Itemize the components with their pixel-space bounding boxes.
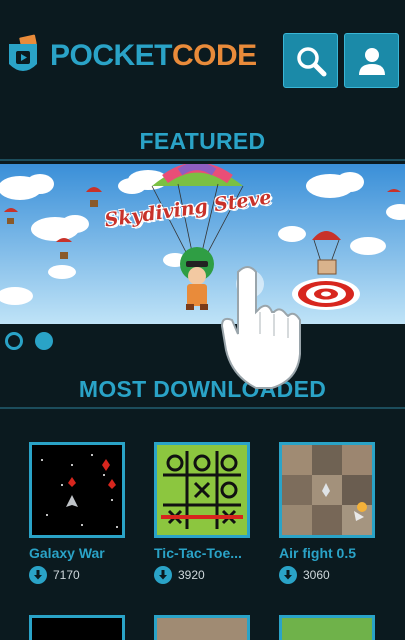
project-thumbnail[interactable]	[29, 442, 125, 538]
most-downloaded-heading: MOST DOWNLOADED	[78, 376, 327, 402]
featured-banner[interactable]	[0, 164, 405, 324]
brand-wordmark: POCKETCODE	[50, 38, 257, 74]
search-button[interactable]	[283, 33, 338, 88]
profile-icon	[358, 47, 385, 75]
project-thumbnail[interactable]	[154, 442, 250, 538]
project-tile[interactable]: Galaxy War 7170	[29, 442, 125, 584]
project-downloads: 7170	[29, 566, 125, 584]
project-downloads: 3060	[279, 566, 375, 584]
tap-hint-hand-icon	[220, 262, 310, 392]
project-thumbnail-partial[interactable]	[154, 615, 250, 640]
pocket-code-logo-icon	[6, 34, 40, 78]
project-downloads: 3920	[154, 566, 250, 584]
brand-part-code: CODE	[172, 39, 257, 72]
featured-divider	[0, 159, 405, 161]
app-header: POCKETCODE	[0, 0, 405, 110]
search-icon	[296, 46, 326, 76]
project-tile[interactable]: Tic-Tac-Toe... 3920	[154, 442, 250, 584]
featured-heading: FEATURED	[139, 128, 266, 154]
project-thumbnail[interactable]	[279, 442, 375, 538]
download-icon	[279, 566, 297, 584]
project-name[interactable]: Tic-Tac-Toe...	[154, 545, 250, 561]
project-thumbnail-partial[interactable]	[279, 615, 375, 640]
project-thumbnail-partial[interactable]	[29, 615, 125, 640]
download-count: 3060	[303, 568, 330, 582]
download-icon	[29, 566, 47, 584]
download-icon	[154, 566, 172, 584]
project-name[interactable]: Galaxy War	[29, 545, 125, 561]
download-count: 7170	[53, 568, 80, 582]
download-count: 3920	[178, 568, 205, 582]
featured-banner-artwork	[0, 164, 405, 324]
pager-dot-2[interactable]	[35, 332, 53, 350]
pager-dot-1[interactable]	[5, 332, 23, 350]
brand-part-pocket: POCKET	[50, 39, 173, 72]
project-name[interactable]: Air fight 0.5	[279, 545, 375, 561]
most-downloaded-divider	[0, 407, 405, 409]
featured-pager	[5, 332, 53, 350]
profile-button[interactable]	[344, 33, 399, 88]
project-tile[interactable]: Air fight 0.5 3060	[279, 442, 375, 584]
